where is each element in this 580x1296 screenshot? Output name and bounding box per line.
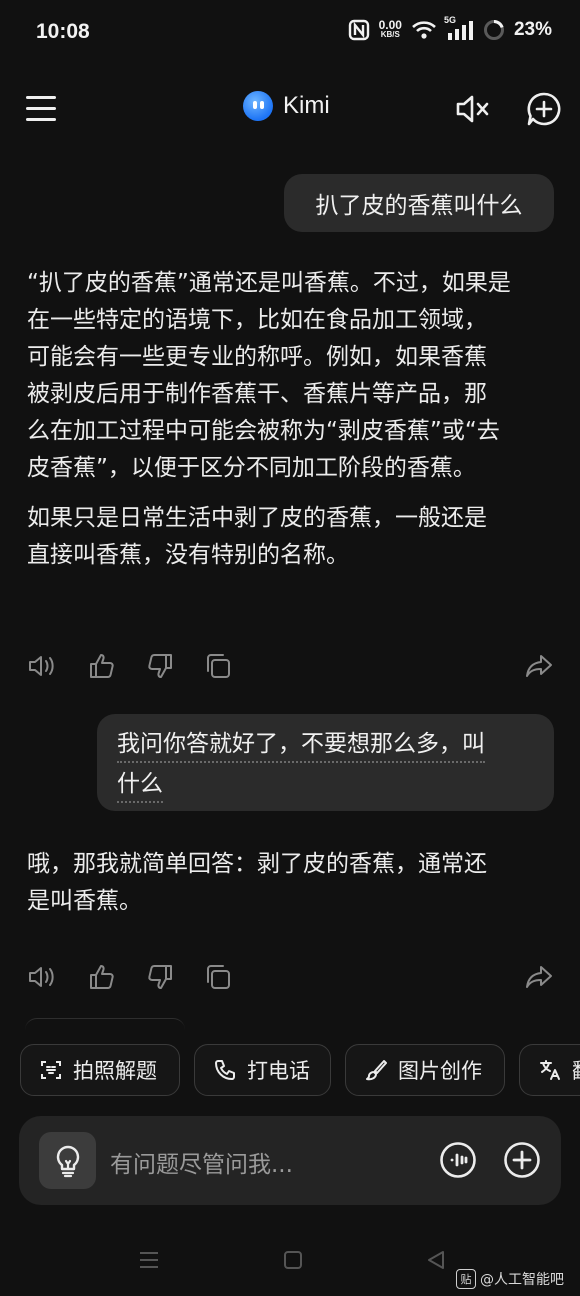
copy-icon — [207, 965, 230, 989]
ai-reply-line: 被剥皮后用于制作香蕉干、香蕉片等产品，那 — [27, 381, 487, 407]
network-speed: 0.00 KB/S — [378, 18, 402, 39]
chip-phone-call[interactable]: 打电话 — [194, 1044, 331, 1096]
scroll-fade-edge — [25, 1018, 185, 1033]
recents-icon — [140, 1252, 158, 1268]
copy-icon — [207, 654, 230, 678]
network-type: 5G — [443, 15, 456, 25]
phone-icon — [215, 1060, 235, 1080]
share-button[interactable] — [524, 651, 554, 681]
share-icon — [526, 966, 552, 988]
ai-reply-line: 如果只是日常生活中剥了皮的香蕉，一般还是 — [27, 505, 487, 531]
read-aloud-button[interactable] — [27, 962, 57, 992]
ai-reply: “扒了皮的香蕉”通常还是叫香蕉。不过，如果是 在一些特定的语境下，比如在食品加工… — [27, 265, 511, 574]
back-triangle-icon — [428, 1251, 444, 1269]
add-attachment-button[interactable] — [503, 1141, 541, 1179]
like-button[interactable] — [87, 651, 117, 681]
back-button[interactable] — [426, 1250, 446, 1274]
chip-image-create[interactable]: 图片创作 — [345, 1044, 505, 1096]
share-icon — [526, 655, 552, 677]
copy-button[interactable] — [203, 962, 233, 992]
chip-photo-solve[interactable]: 拍照解题 — [20, 1044, 180, 1096]
voice-wave-icon — [440, 1142, 476, 1178]
brush-icon — [366, 1060, 387, 1081]
recent-apps-button[interactable] — [138, 1250, 160, 1274]
status-time: 10:08 — [36, 20, 90, 43]
wifi-icon — [411, 20, 437, 40]
plus-circle-icon — [504, 1142, 540, 1178]
app-brand: Kimi — [243, 91, 330, 121]
chip-label: 图片创作 — [398, 1059, 482, 1083]
ai-reply-line: “扒了皮的香蕉”通常还是叫香蕉。不过，如果是 — [27, 270, 511, 296]
menu-icon-bar — [26, 96, 56, 99]
user-message-text: 我问你答就好了，不要想那么多，叫 — [117, 729, 485, 763]
thumbs-down-icon — [148, 965, 172, 989]
speaker-icon — [29, 656, 54, 676]
user-message[interactable]: 我问你答就好了，不要想那么多，叫 什么 — [97, 714, 554, 811]
ai-reply-line: 可能会有一些更专业的称呼。例如，如果香蕉 — [27, 344, 487, 370]
copy-button[interactable] — [203, 651, 233, 681]
speaker-icon — [29, 967, 54, 987]
menu-button[interactable] — [26, 96, 58, 122]
user-message[interactable]: 扒了皮的香蕉叫什么 — [284, 174, 554, 232]
watermark-text: @人工智能吧 — [480, 1272, 564, 1288]
message-actions — [27, 962, 557, 992]
voice-input-button[interactable] — [439, 1141, 477, 1179]
chip-label: 打电话 — [247, 1059, 310, 1083]
ai-reply-line: 么在加工过程中可能会被称为“剥皮香蕉”或“去 — [27, 418, 500, 444]
chat-input[interactable]: 有问题尽管问我... — [110, 1145, 293, 1179]
mute-button[interactable] — [454, 92, 490, 126]
think-mode-button[interactable] — [39, 1132, 96, 1189]
chip-label: 拍照解题 — [73, 1059, 157, 1083]
app-title: Kimi — [283, 92, 330, 119]
ai-reply-line: 是叫香蕉。 — [27, 888, 142, 914]
dislike-button[interactable] — [145, 962, 175, 992]
ai-reply-line: 哦，那我就简单回答：剥了皮的香蕉，通常还 — [27, 851, 487, 877]
home-square-icon — [284, 1251, 302, 1269]
status-bar: 10:08 0.00 KB/S 5G 23% — [0, 0, 580, 68]
new-chat-button[interactable] — [525, 90, 563, 128]
like-button[interactable] — [87, 962, 117, 992]
battery-icon — [483, 19, 505, 41]
dislike-button[interactable] — [145, 651, 175, 681]
tieba-badge-icon: 贴 — [456, 1269, 476, 1289]
app-header: Kimi — [0, 72, 580, 144]
new-chat-icon — [527, 92, 561, 126]
message-actions — [27, 651, 557, 681]
home-button[interactable] — [283, 1250, 303, 1274]
net-speed-value: 0.00 — [378, 18, 402, 32]
nfc-icon — [348, 19, 370, 41]
thumbs-up-icon — [90, 965, 114, 989]
user-message-text: 扒了皮的香蕉叫什么 — [315, 193, 523, 219]
chip-translate[interactable]: 翻 — [519, 1044, 580, 1096]
translate-icon — [540, 1060, 560, 1080]
speaker-muted-icon — [456, 95, 489, 123]
status-icons: 0.00 KB/S 5G 23% — [348, 15, 552, 41]
ai-reply-line: 在一些特定的语境下，比如在食品加工领域， — [27, 307, 487, 333]
user-message-text: 什么 — [117, 769, 163, 803]
ai-reply: 哦，那我就简单回答：剥了皮的香蕉，通常还 是叫香蕉。 — [27, 846, 487, 920]
menu-icon-bar — [26, 118, 56, 121]
ai-reply-line: 直接叫香蕉，没有特别的名称。 — [27, 542, 349, 568]
scan-icon — [41, 1061, 61, 1079]
read-aloud-button[interactable] — [27, 651, 57, 681]
chat-input-box: 有问题尽管问我... — [19, 1116, 561, 1205]
kimi-logo-icon — [243, 91, 273, 121]
watermark: 贴 @人工智能吧 — [456, 1269, 564, 1289]
ai-reply-line: 皮香蕉”，以便于区分不同加工阶段的香蕉。 — [27, 455, 476, 481]
share-button[interactable] — [524, 962, 554, 992]
menu-icon-bar — [26, 107, 56, 110]
battery-percent: 23% — [513, 19, 552, 40]
chip-label: 翻 — [572, 1055, 580, 1085]
net-speed-unit: KB/S — [380, 30, 400, 39]
thumbs-up-icon — [90, 654, 114, 678]
lightbulb-icon — [56, 1145, 79, 1177]
signal-icon: 5G — [444, 15, 474, 41]
thumbs-down-icon — [148, 654, 172, 678]
